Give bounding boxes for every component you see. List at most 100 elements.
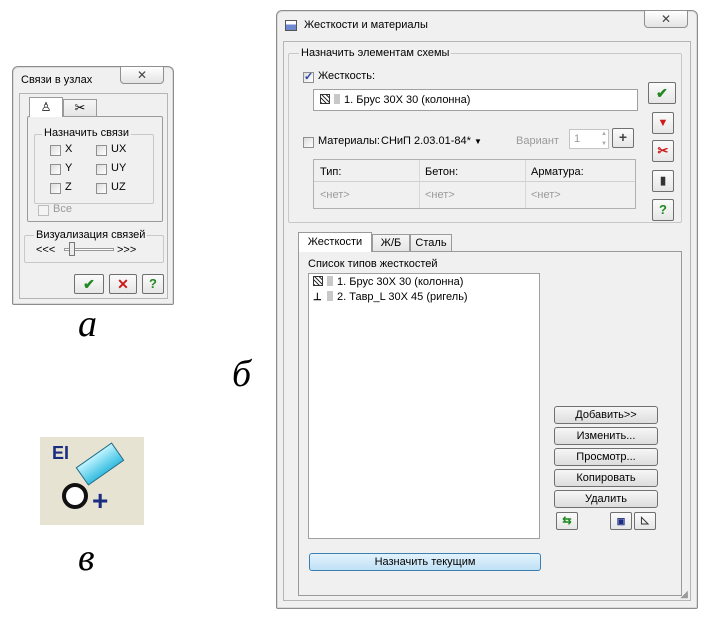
list-item[interactable]: ⊥ 2. Тавр_L 30Х 45 (ригель) — [313, 291, 468, 303]
variant-value: 1 — [574, 133, 581, 145]
assign-group-label: Назначить элементам схемы — [299, 47, 452, 59]
apply-button[interactable]: ✔ — [648, 82, 676, 104]
tab-steel[interactable]: Сталь — [410, 234, 452, 252]
current-stiffness-value: 1. Брус 30Х 30 (колонна) — [320, 94, 470, 106]
col-concrete: Бетон: — [425, 166, 459, 178]
check-x[interactable] — [50, 145, 61, 156]
concrete-value: <нет> — [425, 189, 455, 201]
add-button[interactable]: Добавить>> — [554, 406, 658, 424]
sort-icon: ◺ — [641, 515, 649, 526]
sort-button[interactable]: ◺ — [634, 512, 656, 530]
check-uy-label: UY — [111, 162, 127, 174]
section-view-button[interactable]: ▣ — [610, 512, 632, 530]
edit-button[interactable]: Изменить... — [554, 427, 658, 445]
add-variant-button[interactable]: + — [612, 128, 634, 148]
variant-label: Вариант — [516, 135, 559, 147]
norm-dropdown[interactable]: СНиП 2.03.01-84* ▼ — [381, 135, 482, 147]
variant-spinner[interactable]: 1 ▲ ▼ — [569, 129, 609, 149]
scissors-icon: ✂ — [657, 143, 669, 158]
caption-a: а — [78, 303, 97, 345]
tab-reinforced-concrete[interactable]: Ж/Б — [372, 234, 410, 252]
list-item[interactable]: 1. Брус 30Х 30 (колонна) — [313, 276, 463, 288]
check-z[interactable] — [50, 183, 61, 194]
check-ux[interactable] — [96, 145, 107, 156]
check-uz-label: UZ — [111, 181, 126, 193]
beam-icon — [75, 442, 125, 486]
stiffness-client-area: Назначить элементам схемы Жесткость: 1. … — [283, 41, 691, 601]
brush-button[interactable]: ▮ — [652, 170, 674, 192]
nodes-dialog: Связи в узлах ✕ ♙ ✂ Назначить связи X Y … — [12, 66, 174, 305]
check-y-label: Y — [65, 162, 73, 174]
plus-icon: + — [92, 485, 109, 516]
nodes-close-button[interactable]: ✕ — [120, 66, 164, 84]
resize-grip-icon[interactable]: ◢ — [680, 589, 688, 600]
hinge-icon: ✂ — [74, 100, 86, 115]
table-divider — [525, 160, 526, 208]
chevron-down-icon: ▼ — [473, 137, 482, 146]
check-all-label: Все — [53, 203, 72, 215]
materials-label: Материалы: — [318, 135, 380, 147]
stiffness-list-title: Список типов жесткостей — [308, 258, 438, 270]
stiffness-list[interactable]: 1. Брус 30Х 30 (колонна) ⊥ 2. Тавр_L 30Х … — [308, 273, 540, 539]
filter-button[interactable]: ▼ — [652, 112, 674, 134]
check-uz[interactable] — [96, 183, 107, 194]
plus-icon: + — [618, 129, 628, 145]
tab-hinges[interactable]: ✂ — [63, 99, 97, 117]
stiffness-tool-icon: EI + — [40, 437, 144, 525]
help-button[interactable]: ? — [652, 199, 674, 221]
visualization-label: Визуализация связей — [34, 229, 148, 241]
slider-left-label: <<< — [36, 244, 56, 256]
check-icon: ✔ — [83, 276, 95, 292]
copy-button[interactable]: Копировать — [554, 469, 658, 487]
gear-icon — [62, 483, 88, 509]
check-icon: ✔ — [656, 85, 668, 101]
tab-stiffness[interactable]: Жесткости — [298, 232, 372, 252]
cancel-assign-button[interactable]: ✂ — [652, 140, 674, 162]
check-x-label: X — [65, 143, 73, 155]
caption-b: б — [232, 353, 252, 395]
stiffness-label: Жесткость: — [318, 70, 376, 82]
stiffness-dialog: Жесткости и материалы ✕ Назначить элемен… — [276, 10, 698, 609]
slider-right-label: >>> — [117, 244, 137, 256]
funnel-icon: ▼ — [657, 117, 669, 129]
section-view-icon: ▣ — [616, 516, 626, 526]
check-ux-label: UX — [111, 143, 127, 155]
slider-thumb[interactable] — [69, 242, 75, 256]
table-divider — [419, 160, 420, 208]
current-stiffness-field[interactable]: 1. Брус 30Х 30 (колонна) — [313, 89, 638, 111]
col-type: Тип: — [320, 166, 342, 178]
assign-supports-label: Назначить связи — [42, 127, 131, 139]
tee-section-icon: ⊥ — [313, 292, 322, 303]
section-icon — [320, 94, 330, 104]
view-button[interactable]: Просмотр... — [554, 448, 658, 466]
caption-c: в — [78, 537, 95, 579]
refresh-button[interactable]: ⇆ — [556, 512, 578, 530]
help-icon: ? — [149, 276, 157, 291]
stiffness-checkbox[interactable] — [303, 70, 314, 83]
stiffness-close-button[interactable]: ✕ — [644, 10, 688, 28]
type-value: <нет> — [320, 189, 350, 201]
supports-icon: ♙ — [40, 100, 52, 114]
cancel-button[interactable]: ✕ — [109, 274, 137, 294]
materials-checkbox[interactable] — [303, 137, 314, 148]
refresh-icon: ⇆ — [562, 515, 572, 527]
rebar-value: <нет> — [531, 189, 561, 201]
delete-button[interactable]: Удалить — [554, 490, 658, 508]
logo-text: EI — [52, 443, 70, 463]
check-all[interactable] — [38, 205, 49, 216]
materials-header-row: Тип: Бетон: Арматура: — [314, 160, 635, 182]
check-z-label: Z — [65, 181, 72, 193]
stiffness-dialog-title: Жесткости и материалы — [304, 19, 428, 31]
cross-icon: ✕ — [117, 276, 129, 292]
check-y[interactable] — [50, 164, 61, 175]
window-icon — [285, 20, 297, 31]
assign-current-button[interactable]: Назначить текущим — [309, 553, 541, 571]
help-button[interactable]: ? — [142, 274, 164, 294]
spin-up-icon[interactable]: ▲ — [601, 131, 607, 137]
ok-button[interactable]: ✔ — [74, 274, 104, 294]
tab-supports[interactable]: ♙ — [29, 97, 63, 117]
help-icon: ? — [659, 202, 667, 217]
col-rebar: Арматура: — [531, 166, 584, 178]
spin-down-icon[interactable]: ▼ — [601, 141, 607, 147]
check-uy[interactable] — [96, 164, 107, 175]
